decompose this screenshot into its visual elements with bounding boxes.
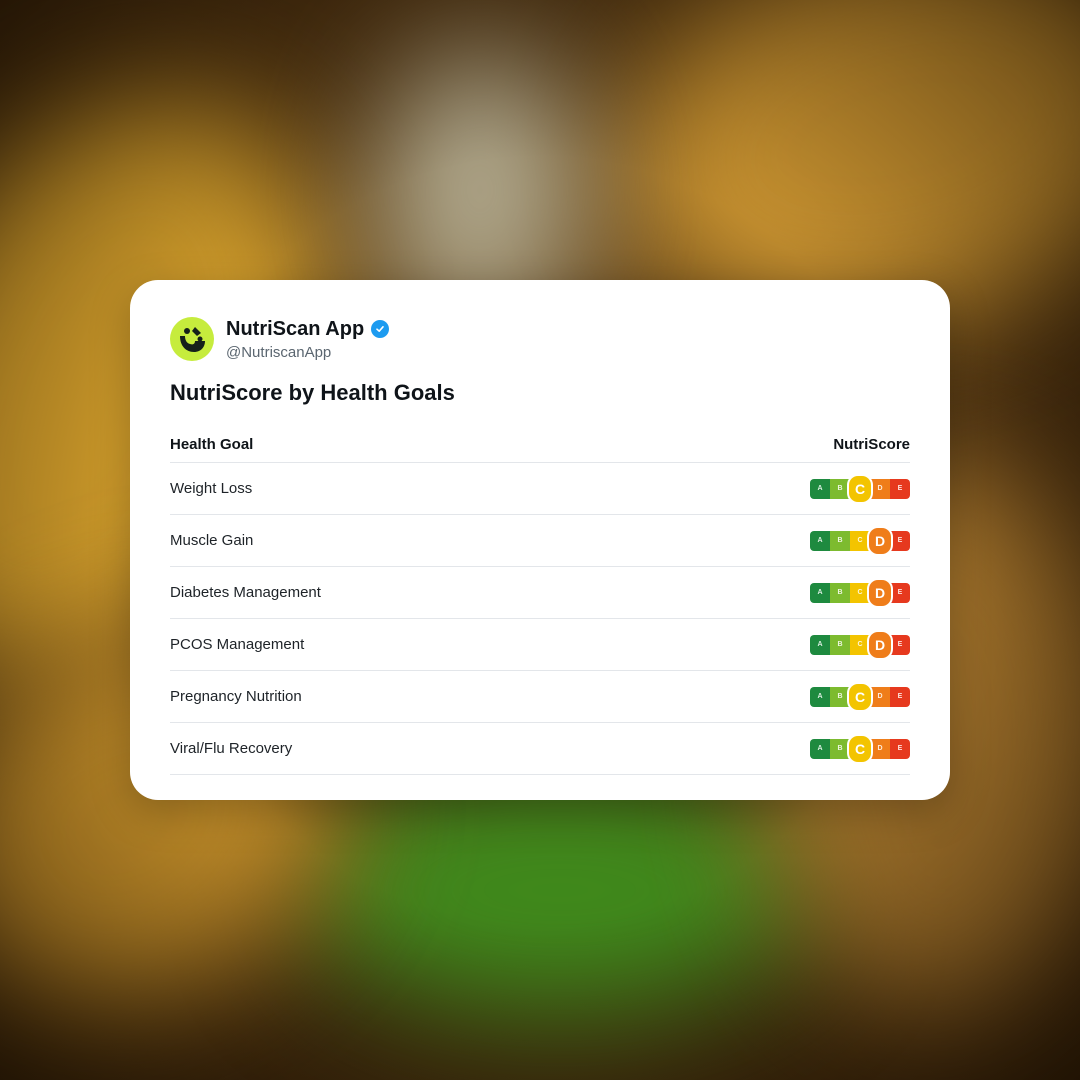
health-goal-cell: Pregnancy Nutrition <box>170 670 616 723</box>
verified-badge-icon <box>371 320 390 338</box>
nutriscore-badge: ABCDE <box>810 579 910 607</box>
nutriscore-cell: ABCDE <box>615 514 910 567</box>
nutriscore-cell: ABCDE <box>615 722 910 775</box>
nutriscore-grade-e: E <box>890 582 910 603</box>
column-header-health-goal: Health Goal <box>170 426 616 463</box>
nutriscore-grade-b: B <box>830 634 850 655</box>
nutriscan-logo-icon[interactable] <box>170 317 214 361</box>
table-row: Pregnancy Nutrition A B C D E <box>170 670 910 723</box>
health-goal-cell: Diabetes Management <box>170 566 616 619</box>
health-goal-cell: Muscle Gain <box>170 514 616 567</box>
nutriscore-grade-e: E <box>890 634 910 655</box>
nutriscore-grade-b: B <box>830 738 850 759</box>
profile-name[interactable]: NutriScan App <box>226 318 364 341</box>
nutriscore-grade-b: B <box>830 686 850 707</box>
nutriscore-grade-e: E <box>890 738 910 759</box>
nutriscore-grade-c: C <box>850 582 870 603</box>
health-goal-cell: Weight Loss <box>170 462 616 515</box>
nutriscore-grade-d: D <box>870 478 890 499</box>
nutriscore-grade-e: E <box>890 686 910 707</box>
profile-handle[interactable]: @NutriscanApp <box>226 344 389 361</box>
nutriscore-cell: ABCDE <box>615 618 910 671</box>
nutriscore-cell: ABCDE <box>615 566 910 619</box>
nutriscore-grade-b: B <box>830 582 850 603</box>
table-row: Viral/Flu Recovery A B C D E <box>170 722 910 775</box>
nutriscore-badge: ABCDE <box>810 527 910 555</box>
nutriscore-grade-b: B <box>830 478 850 499</box>
nutriscore-grade-b: B <box>830 530 850 551</box>
nutriscore-grade-c: C <box>849 735 871 762</box>
nutriscore-grade-a: A <box>810 686 830 707</box>
nutriscore-cell: ABCDE <box>615 670 910 723</box>
column-header-nutriscore: NutriScore <box>615 426 910 463</box>
nutriscore-grade-d: D <box>870 686 890 707</box>
table-row: PCOS Management A B C D E <box>170 618 910 671</box>
nutriscore-grade-c: C <box>850 530 870 551</box>
nutriscore-badge: ABCDE <box>810 683 910 711</box>
table-row: Diabetes Management A B C D E <box>170 566 910 619</box>
nutriscore-grade-a: A <box>810 738 830 759</box>
nutriscore-grade-c: C <box>849 475 871 502</box>
nutriscore-grade-d: D <box>870 738 890 759</box>
nutriscore-grade-d: D <box>869 527 891 554</box>
health-goal-cell: Viral/Flu Recovery <box>170 722 616 775</box>
nutriscore-grade-d: D <box>869 631 891 658</box>
nutriscore-cell: ABCDE <box>615 462 910 515</box>
nutriscore-grade-a: A <box>810 582 830 603</box>
table-header-row: Health Goal NutriScore <box>170 426 910 463</box>
nutriscore-grade-a: A <box>810 478 830 499</box>
table-row: Weight Loss A B C D E <box>170 462 910 515</box>
nutriscore-grade-e: E <box>890 530 910 551</box>
nutriscore-grade-c: C <box>850 634 870 655</box>
post-card: NutriScan App @NutriscanApp NutriScore b… <box>130 280 950 800</box>
nutriscore-grade-c: C <box>849 683 871 710</box>
nutriscore-badge: ABCDE <box>810 475 910 503</box>
nutriscore-badge: ABCDE <box>810 631 910 659</box>
nutriscore-grade-e: E <box>890 478 910 499</box>
nutriscore-grade-a: A <box>810 634 830 655</box>
table-row: Muscle Gain A B C D E <box>170 514 910 567</box>
nutriscore-grade-a: A <box>810 530 830 551</box>
nutriscore-table: Health Goal NutriScore Weight Loss A B C D E M… <box>170 426 910 775</box>
post-title: NutriScore by Health Goals <box>170 380 455 405</box>
health-goal-cell: PCOS Management <box>170 618 616 671</box>
post-header: NutriScan App @NutriscanApp <box>170 316 910 362</box>
nutriscore-grade-d: D <box>869 579 891 606</box>
nutriscore-badge: ABCDE <box>810 735 910 763</box>
